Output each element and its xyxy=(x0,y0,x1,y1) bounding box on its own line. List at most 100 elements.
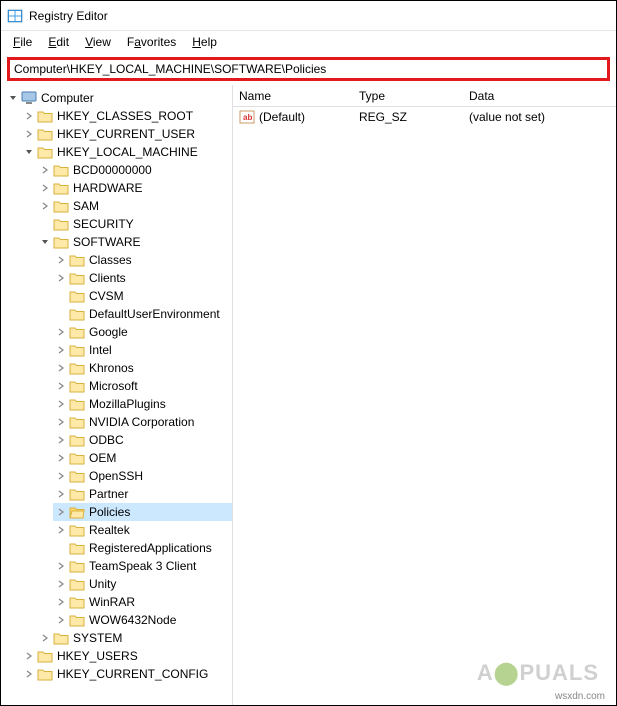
tree-label: HKEY_CLASSES_ROOT xyxy=(57,109,193,123)
watermark: A⬤PUALS xyxy=(477,660,599,686)
tree-pane[interactable]: Computer HKEY_CLASSES_ROOT HKEY_CURRENT_… xyxy=(1,85,233,705)
chevron-right-icon[interactable] xyxy=(55,578,67,590)
tree-node-unity[interactable]: Unity xyxy=(53,575,232,593)
tree-node-policies[interactable]: Policies xyxy=(53,503,232,521)
tree-node-cvsm[interactable]: CVSM xyxy=(53,287,232,305)
tree-node-bcd[interactable]: BCD00000000 xyxy=(37,161,232,179)
tree-node-wow6432[interactable]: WOW6432Node xyxy=(53,611,232,629)
chevron-right-icon[interactable] xyxy=(55,380,67,392)
tree-label: Khronos xyxy=(89,361,134,375)
tree-node-openssh[interactable]: OpenSSH xyxy=(53,467,232,485)
tree-label: CVSM xyxy=(89,289,124,303)
tree-label: HARDWARE xyxy=(73,181,143,195)
tree-node-partner[interactable]: Partner xyxy=(53,485,232,503)
chevron-right-icon[interactable] xyxy=(55,560,67,572)
tree-label: SAM xyxy=(73,199,99,213)
chevron-right-icon[interactable] xyxy=(23,110,35,122)
folder-icon xyxy=(69,523,85,537)
tree-node-clients[interactable]: Clients xyxy=(53,269,232,287)
tree-node-nvidia[interactable]: NVIDIA Corporation xyxy=(53,413,232,431)
value-type: REG_SZ xyxy=(353,108,463,126)
menu-favorites[interactable]: Favorites xyxy=(119,33,184,51)
tree-node-security[interactable]: SECURITY xyxy=(37,215,232,233)
folder-icon xyxy=(69,307,85,321)
tree-label: ODBC xyxy=(89,433,124,447)
folder-icon xyxy=(53,631,69,645)
chevron-right-icon[interactable] xyxy=(55,416,67,428)
chevron-right-icon[interactable] xyxy=(23,668,35,680)
tree-node-hardware[interactable]: HARDWARE xyxy=(37,179,232,197)
regedit-icon xyxy=(7,8,23,24)
chevron-right-icon[interactable] xyxy=(55,470,67,482)
tree-node-khronos[interactable]: Khronos xyxy=(53,359,232,377)
tree-node-hkcr[interactable]: HKEY_CLASSES_ROOT xyxy=(21,107,232,125)
list-row[interactable]: ab (Default) REG_SZ (value not set) xyxy=(233,107,616,127)
tree-node-teamspeak[interactable]: TeamSpeak 3 Client xyxy=(53,557,232,575)
tree-node-google[interactable]: Google xyxy=(53,323,232,341)
tree-label: SOFTWARE xyxy=(73,235,141,249)
chevron-right-icon[interactable] xyxy=(55,326,67,338)
chevron-right-icon[interactable] xyxy=(55,614,67,626)
tree-node-registeredapps[interactable]: RegisteredApplications xyxy=(53,539,232,557)
chevron-right-icon[interactable] xyxy=(39,200,51,212)
chevron-right-icon[interactable] xyxy=(55,452,67,464)
folder-icon xyxy=(69,253,85,267)
chevron-down-icon[interactable] xyxy=(39,236,51,248)
tree-node-classes[interactable]: Classes xyxy=(53,251,232,269)
tree-label: Partner xyxy=(89,487,128,501)
menu-view[interactable]: View xyxy=(77,33,119,51)
menu-file[interactable]: File xyxy=(5,33,40,51)
tree-node-hkcc[interactable]: HKEY_CURRENT_CONFIG xyxy=(21,665,232,683)
chevron-right-icon[interactable] xyxy=(39,182,51,194)
chevron-right-icon[interactable] xyxy=(39,164,51,176)
address-bar[interactable]: Computer\HKEY_LOCAL_MACHINE\SOFTWARE\Pol… xyxy=(7,57,610,81)
tree-node-microsoft[interactable]: Microsoft xyxy=(53,377,232,395)
tree-label: SYSTEM xyxy=(73,631,122,645)
tree-node-winrar[interactable]: WinRAR xyxy=(53,593,232,611)
folder-icon xyxy=(69,469,85,483)
chevron-right-icon[interactable] xyxy=(55,272,67,284)
header-name[interactable]: Name xyxy=(233,87,353,105)
tree-node-hklm[interactable]: HKEY_LOCAL_MACHINE xyxy=(21,143,232,161)
tree-label: HKEY_LOCAL_MACHINE xyxy=(57,145,198,159)
chevron-right-icon[interactable] xyxy=(55,596,67,608)
chevron-right-icon[interactable] xyxy=(55,488,67,500)
tree-node-hku[interactable]: HKEY_USERS xyxy=(21,647,232,665)
tree-node-system[interactable]: SYSTEM xyxy=(37,629,232,647)
chevron-right-icon[interactable] xyxy=(55,434,67,446)
tree-node-odbc[interactable]: ODBC xyxy=(53,431,232,449)
tree-node-intel[interactable]: Intel xyxy=(53,341,232,359)
chevron-right-icon[interactable] xyxy=(23,128,35,140)
tree-node-defaultuserenv[interactable]: DefaultUserEnvironment xyxy=(53,305,232,323)
tree-label: Google xyxy=(89,325,128,339)
tree-node-oem[interactable]: OEM xyxy=(53,449,232,467)
folder-icon xyxy=(69,343,85,357)
tree-label: NVIDIA Corporation xyxy=(89,415,194,429)
chevron-right-icon[interactable] xyxy=(55,506,67,518)
chevron-right-icon[interactable] xyxy=(55,524,67,536)
tree-node-hkcu[interactable]: HKEY_CURRENT_USER xyxy=(21,125,232,143)
menu-help[interactable]: Help xyxy=(184,33,225,51)
titlebar: Registry Editor xyxy=(1,1,616,31)
chevron-right-icon[interactable] xyxy=(23,650,35,662)
folder-icon xyxy=(53,163,69,177)
tree-node-realtek[interactable]: Realtek xyxy=(53,521,232,539)
chevron-right-icon[interactable] xyxy=(39,632,51,644)
chevron-right-icon[interactable] xyxy=(55,362,67,374)
folder-icon xyxy=(53,199,69,213)
chevron-down-icon[interactable] xyxy=(23,146,35,158)
list-pane[interactable]: Name Type Data ab (Default) REG_SZ (valu… xyxy=(233,85,616,705)
chevron-right-icon[interactable] xyxy=(55,254,67,266)
folder-icon xyxy=(69,451,85,465)
menu-edit[interactable]: Edit xyxy=(40,33,77,51)
folder-icon xyxy=(69,325,85,339)
chevron-down-icon[interactable] xyxy=(7,92,19,104)
chevron-right-icon[interactable] xyxy=(55,398,67,410)
header-type[interactable]: Type xyxy=(353,87,463,105)
header-data[interactable]: Data xyxy=(463,87,616,105)
tree-node-sam[interactable]: SAM xyxy=(37,197,232,215)
tree-node-software[interactable]: SOFTWARE xyxy=(37,233,232,251)
tree-root-computer[interactable]: Computer xyxy=(5,89,232,107)
tree-node-mozillaplugins[interactable]: MozillaPlugins xyxy=(53,395,232,413)
chevron-right-icon[interactable] xyxy=(55,344,67,356)
